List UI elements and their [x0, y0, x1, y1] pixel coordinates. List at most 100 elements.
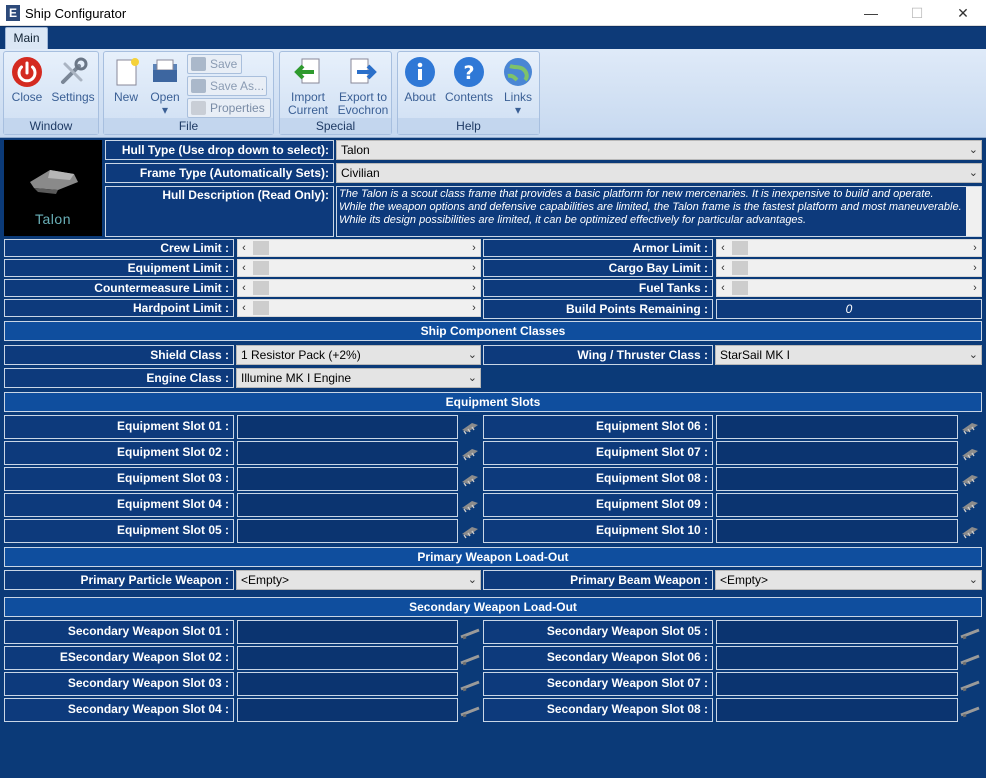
equipment-icon[interactable] [960, 419, 980, 435]
minimize-button[interactable]: — [848, 0, 894, 26]
wing-class-dropdown[interactable]: StarSail MK I ⌄ [715, 345, 982, 365]
limit-slider-left-2-decrease-icon[interactable]: ‹ [239, 261, 249, 275]
save-label: Save [210, 57, 238, 71]
missile-icon[interactable] [460, 651, 480, 667]
secondary-slot-label: Secondary Weapon Slot 01 : [4, 620, 234, 644]
equipment-slot-field[interactable] [716, 519, 958, 543]
secondary-slot-field[interactable] [716, 620, 958, 644]
equipment-icon[interactable] [960, 445, 980, 461]
close-button[interactable]: Close [8, 56, 46, 104]
equipment-slot-field[interactable] [237, 441, 458, 465]
frame-type-dropdown[interactable]: Civilian ⌄ [336, 163, 982, 183]
limit-slider-left-4-increase-icon[interactable]: › [469, 301, 479, 315]
missile-icon[interactable] [460, 625, 480, 641]
limit-slider-right-3-thumb[interactable] [732, 281, 748, 295]
description-scrollbar[interactable] [966, 187, 981, 236]
missile-icon[interactable] [960, 703, 980, 719]
equipment-icon[interactable] [460, 445, 480, 461]
limit-slider-right-1-decrease-icon[interactable]: ‹ [718, 241, 728, 255]
limit-slider-right-2-thumb[interactable] [732, 261, 748, 275]
settings-label: Settings [51, 90, 95, 104]
equipment-icon[interactable] [960, 523, 980, 539]
limit-slider-left-3-decrease-icon[interactable]: ‹ [239, 281, 249, 295]
open-button[interactable]: Open ▾ [146, 56, 184, 117]
limit-slider-left-4-thumb[interactable] [253, 301, 269, 315]
properties-icon [191, 101, 206, 115]
limit-slider-left-2-increase-icon[interactable]: › [469, 261, 479, 275]
limit-slider-right-1-increase-icon[interactable]: › [970, 241, 980, 255]
equipment-slot-field[interactable] [237, 493, 458, 517]
limit-slider-right-3-decrease-icon[interactable]: ‹ [718, 281, 728, 295]
equipment-slot-field[interactable] [237, 467, 458, 491]
hull-type-dropdown[interactable]: Talon ⌄ [336, 140, 982, 160]
maximize-button[interactable]: ☐ [894, 0, 940, 26]
export-evochron-button[interactable]: Export to Evochron [336, 56, 390, 117]
missile-icon[interactable] [960, 651, 980, 667]
limit-slider-right-1-thumb[interactable] [732, 241, 748, 255]
limit-slider-right-2-decrease-icon[interactable]: ‹ [718, 261, 728, 275]
limit-slider-left-2-thumb[interactable] [253, 261, 269, 275]
limit-slider-left-1[interactable]: ‹ › [237, 239, 481, 257]
secondary-slot-field[interactable] [237, 672, 458, 696]
limit-slider-right-3-increase-icon[interactable]: › [970, 281, 980, 295]
primary-particle-dropdown[interactable]: <Empty> ⌄ [236, 570, 481, 590]
close-label: Close [11, 90, 43, 104]
about-button[interactable]: About [401, 56, 439, 104]
limit-slider-left-3-thumb[interactable] [253, 281, 269, 295]
limit-slider-left-1-decrease-icon[interactable]: ‹ [239, 241, 249, 255]
contents-button[interactable]: ? Contents [444, 56, 494, 104]
secondary-slot-field[interactable] [716, 672, 958, 696]
close-window-button[interactable]: ✕ [940, 0, 986, 26]
equipment-icon[interactable] [460, 419, 480, 435]
properties-button[interactable]: Properties [187, 98, 271, 118]
equipment-slot-label: Equipment Slot 04 : [4, 493, 234, 517]
limit-slider-right-3[interactable]: ‹ › [716, 279, 982, 297]
equipment-slot-field[interactable] [716, 493, 958, 517]
limit-slider-left-4[interactable]: ‹ › [237, 299, 481, 317]
missile-icon[interactable] [460, 677, 480, 693]
settings-button[interactable]: Settings [50, 56, 96, 104]
info-icon [405, 57, 435, 87]
limit-slider-left-3-increase-icon[interactable]: › [469, 281, 479, 295]
limit-slider-left-1-thumb[interactable] [253, 241, 269, 255]
wing-class-label: Wing / Thruster Class : [483, 345, 713, 365]
secondary-slot-field[interactable] [237, 646, 458, 670]
limit-slider-left-3[interactable]: ‹ › [237, 279, 481, 297]
shield-class-dropdown[interactable]: 1 Resistor Pack (+2%) ⌄ [236, 345, 481, 365]
equipment-slot-field[interactable] [237, 415, 458, 439]
equipment-icon[interactable] [960, 497, 980, 513]
missile-icon[interactable] [460, 703, 480, 719]
secondary-slot-field[interactable] [716, 698, 958, 722]
engine-class-dropdown[interactable]: Illumine MK I Engine ⌄ [236, 368, 481, 388]
links-button[interactable]: Links ▾ [498, 56, 538, 117]
save-as-button[interactable]: Save As... [187, 76, 267, 96]
equipment-slot-field[interactable] [716, 415, 958, 439]
secondary-slot-field[interactable] [237, 698, 458, 722]
import-current-button[interactable]: Import Current [282, 56, 334, 117]
tab-main[interactable]: Main [5, 27, 48, 49]
equipment-icon[interactable] [460, 471, 480, 487]
new-button[interactable]: New [108, 56, 144, 104]
save-button[interactable]: Save [187, 54, 242, 74]
limit-slider-left-1-increase-icon[interactable]: › [469, 241, 479, 255]
equipment-slot-field[interactable] [237, 519, 458, 543]
missile-icon[interactable] [960, 677, 980, 693]
equipment-icon[interactable] [460, 497, 480, 513]
equipment-icon[interactable] [960, 471, 980, 487]
limit-slider-right-1[interactable]: ‹ › [716, 239, 982, 257]
title-bar: E Ship Configurator — ☐ ✕ [0, 0, 986, 26]
missile-icon[interactable] [960, 625, 980, 641]
equipment-slot-field[interactable] [716, 467, 958, 491]
secondary-slot-field[interactable] [716, 646, 958, 670]
equipment-icon[interactable] [460, 523, 480, 539]
limit-slider-left-4-decrease-icon[interactable]: ‹ [239, 301, 249, 315]
primary-beam-dropdown[interactable]: <Empty> ⌄ [715, 570, 982, 590]
limit-slider-right-2[interactable]: ‹ › [716, 259, 982, 277]
limit-slider-right-2-increase-icon[interactable]: › [970, 261, 980, 275]
equipment-slot-field[interactable] [716, 441, 958, 465]
limit-slider-left-2[interactable]: ‹ › [237, 259, 481, 277]
secondary-slot-field[interactable] [237, 620, 458, 644]
hull-type-value: Talon [341, 143, 370, 157]
component-classes-header: Ship Component Classes [4, 321, 982, 341]
export-label: Export to Evochron [337, 90, 389, 117]
